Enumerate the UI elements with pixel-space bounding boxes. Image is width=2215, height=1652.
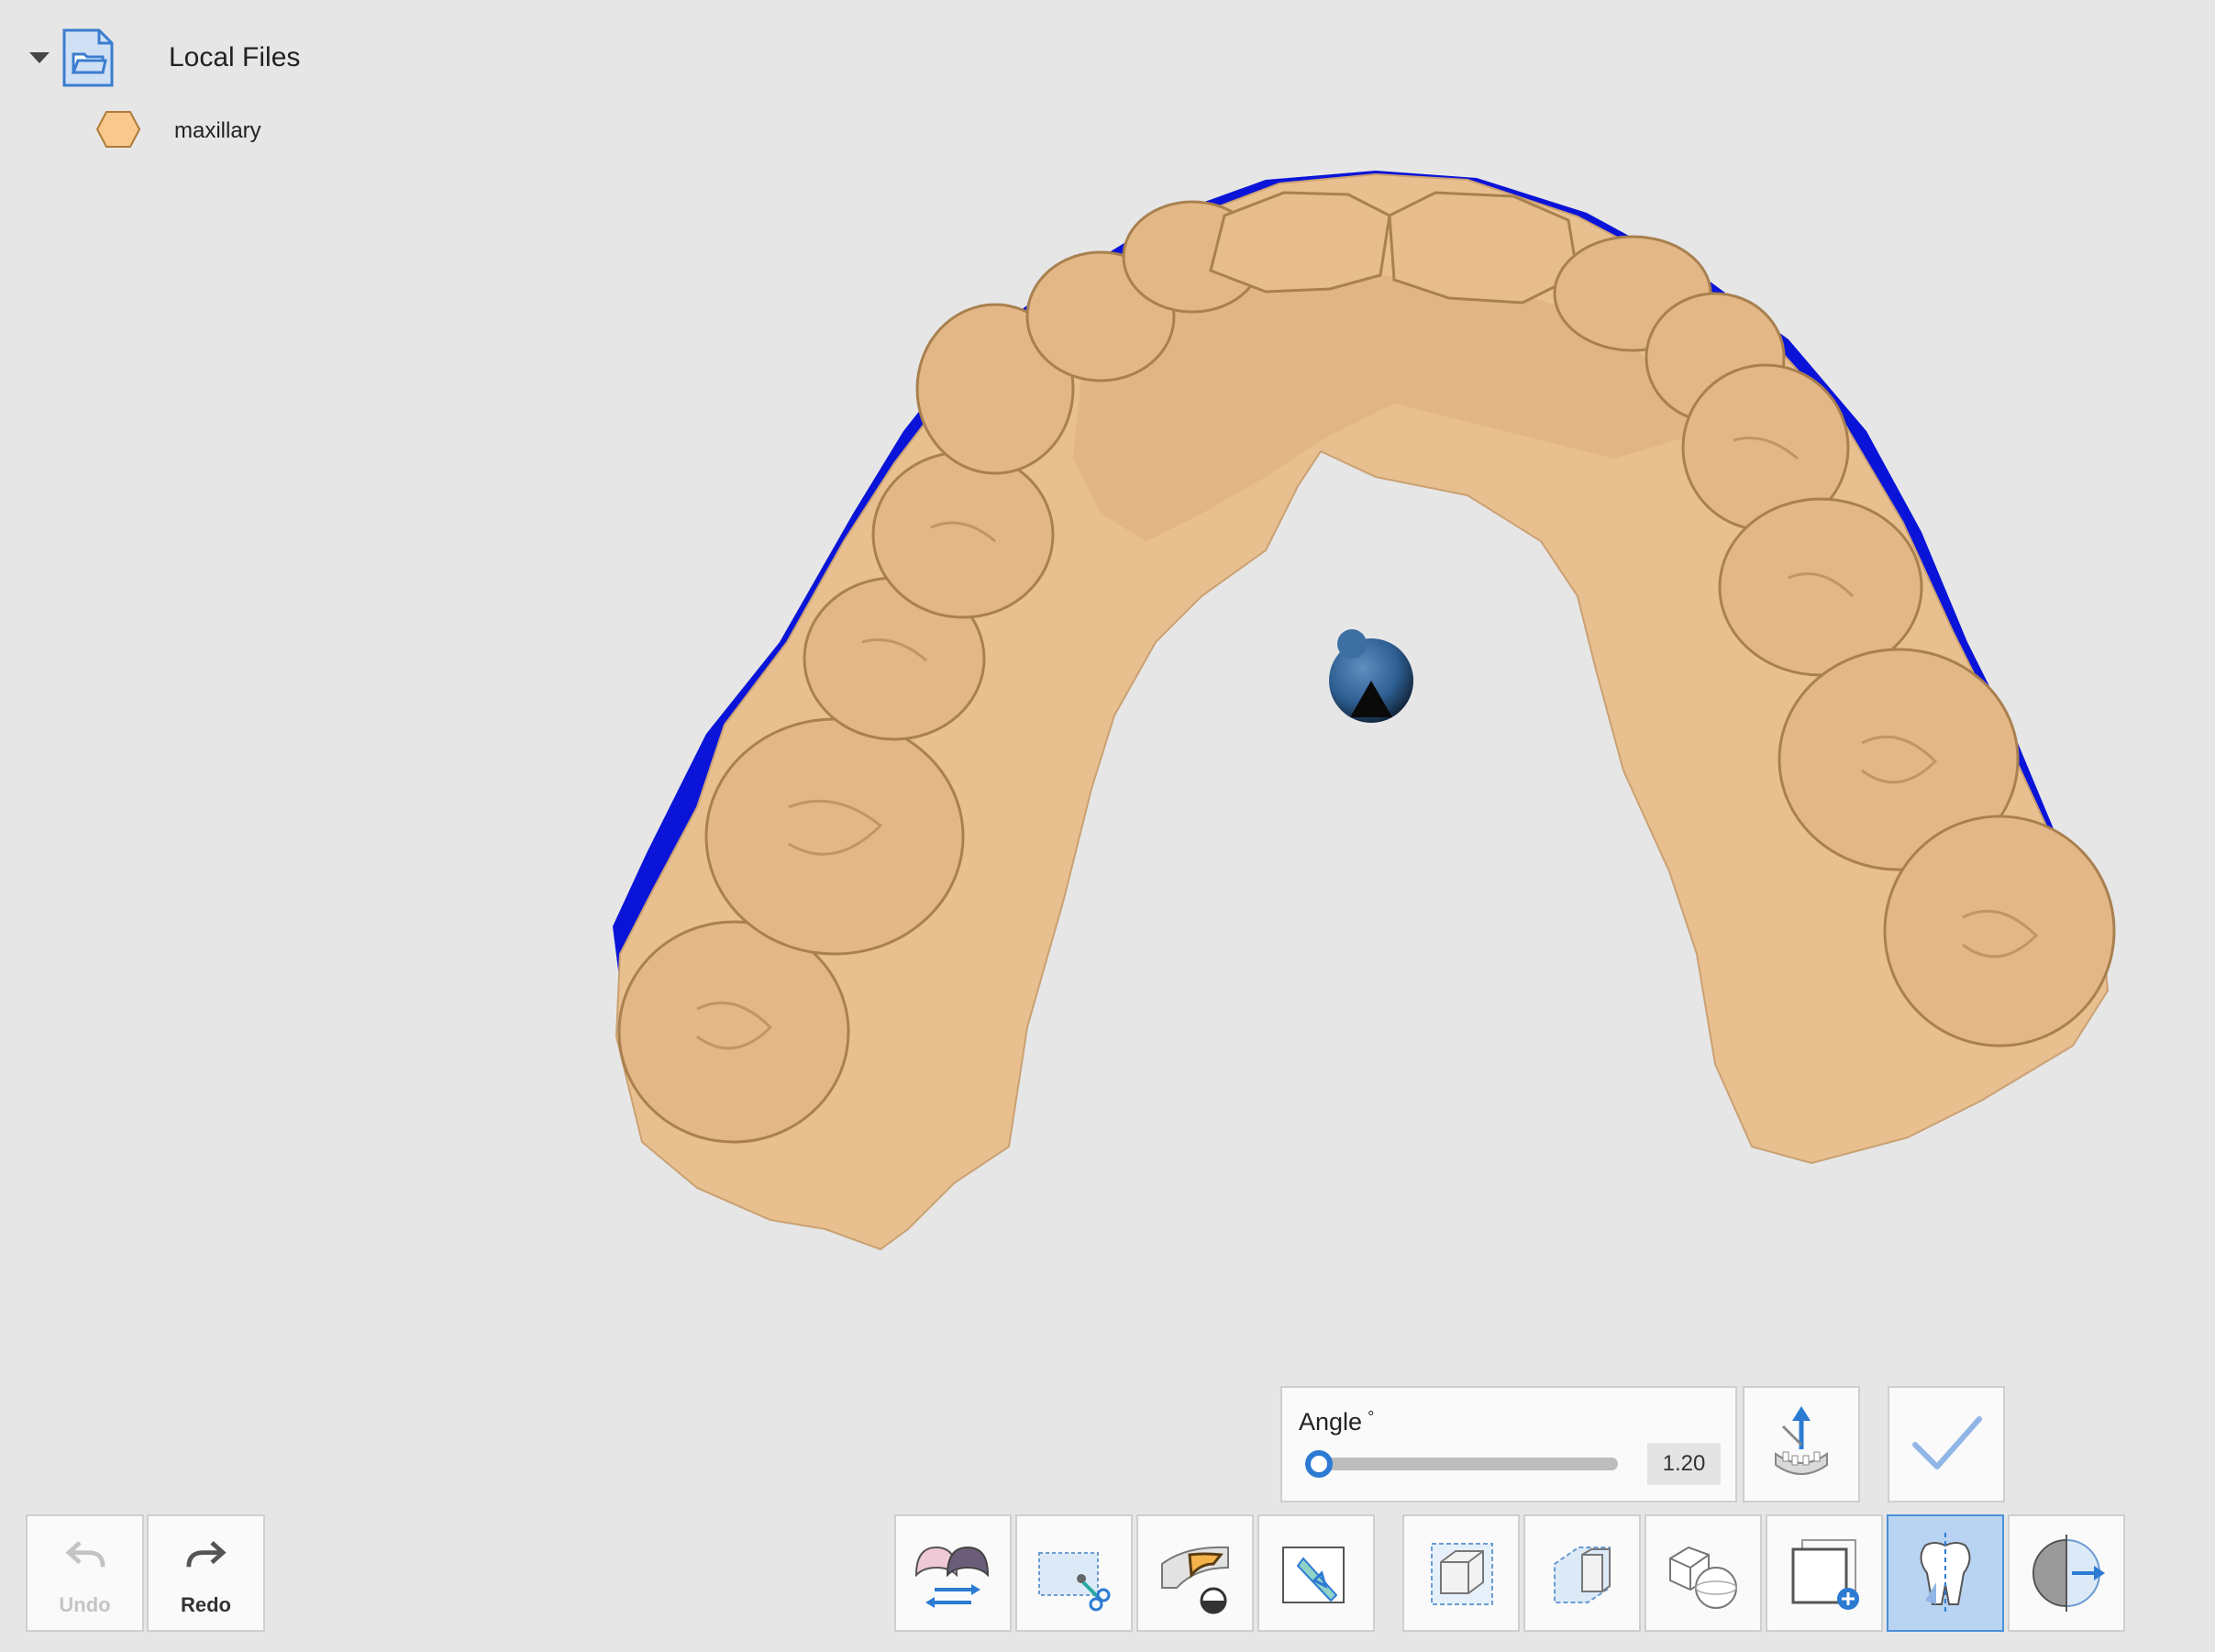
apply-button[interactable]: [1888, 1386, 2005, 1502]
model-viewport[interactable]: [0, 0, 2215, 1652]
add-square-icon: [1778, 1527, 1870, 1619]
undo-arrow-icon: [53, 1533, 117, 1588]
cube-sphere-icon: [1657, 1527, 1749, 1619]
angle-unit: °: [1368, 1408, 1374, 1426]
folder-icon: [62, 28, 114, 87]
angle-title: Angle°: [1299, 1408, 1374, 1436]
angle-control-panel: Angle° 1.20: [1280, 1386, 1737, 1502]
wire-cube-icon: [1415, 1527, 1507, 1619]
fill-undercut-icon: [1149, 1527, 1241, 1619]
angle-slider-track[interactable]: [1310, 1458, 1618, 1470]
undercut-tooth-icon: [1899, 1527, 1991, 1619]
fill-undercut-button[interactable]: [1136, 1514, 1254, 1632]
swap-models-button[interactable]: [894, 1514, 1012, 1632]
rotation-pivot-handle[interactable]: [1328, 629, 1414, 725]
mesh-hexagon-icon: [95, 110, 141, 153]
trim-selection-button[interactable]: [1015, 1514, 1133, 1632]
tree-label-local-files: Local Files: [169, 42, 300, 73]
view-box-button[interactable]: [1402, 1514, 1520, 1632]
brush-edit-button[interactable]: [1257, 1514, 1375, 1632]
split-sphere-icon: [2021, 1527, 2112, 1619]
angle-value-field[interactable]: 1.20: [1647, 1443, 1721, 1485]
tree-item-maxillary[interactable]: maxillary: [95, 108, 261, 154]
base-wall-button[interactable]: [1523, 1514, 1641, 1632]
undo-label: Undo: [28, 1593, 142, 1617]
swap-jaw-icon: [907, 1527, 999, 1619]
undercut-view-button[interactable]: [1887, 1514, 2004, 1632]
scissor-select-icon: [1028, 1527, 1120, 1619]
add-box-button[interactable]: [1766, 1514, 1883, 1632]
collapse-caret-icon[interactable]: [29, 52, 50, 63]
primitive-add-button[interactable]: [1645, 1514, 1762, 1632]
pen-edit-icon: [1270, 1527, 1362, 1619]
base-wall-icon: [1536, 1527, 1628, 1619]
angle-slider-thumb[interactable]: [1305, 1450, 1333, 1478]
redo-arrow-icon: [174, 1533, 238, 1588]
tree-item-local-files[interactable]: Local Files: [29, 26, 300, 90]
tree-label-maxillary: maxillary: [174, 118, 261, 144]
arrow-up-jaw-icon: [1755, 1399, 1847, 1491]
redo-label: Redo: [149, 1593, 263, 1617]
redo-button[interactable]: Redo: [147, 1514, 265, 1632]
insertion-direction-button[interactable]: [1743, 1386, 1860, 1502]
mirror-split-button[interactable]: [2008, 1514, 2125, 1632]
undo-button[interactable]: Undo: [26, 1514, 144, 1632]
checkmark-icon: [1900, 1399, 1992, 1491]
